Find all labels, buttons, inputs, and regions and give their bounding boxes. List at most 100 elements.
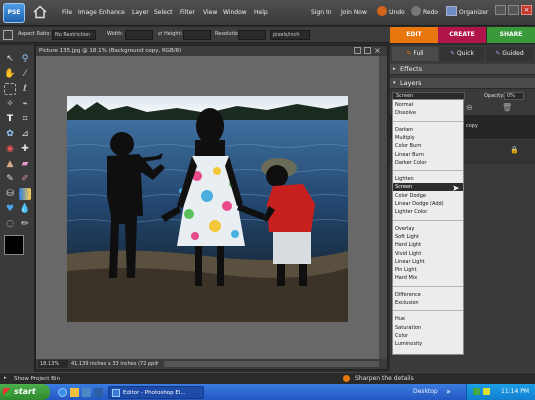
red-eye-tool-icon[interactable]: ◉ [4, 143, 16, 155]
doc-maximize-icon[interactable] [364, 47, 371, 54]
menu-help[interactable]: Help [254, 9, 268, 16]
blend-mode-option[interactable]: Vivid Light [393, 250, 463, 258]
effects-panel-header[interactable]: ▸ Effects [390, 64, 535, 75]
sign-in-link[interactable]: Sign In [311, 9, 332, 16]
width-field[interactable] [125, 30, 153, 40]
tray-network-icon[interactable] [473, 388, 480, 395]
blend-mode-option[interactable]: Linear Dodge (Add) [393, 200, 463, 208]
tab-share[interactable]: SHARE [487, 27, 535, 43]
delete-layer-icon[interactable]: 🗑 [502, 103, 512, 112]
straighten-tool-icon[interactable]: ⊿ [19, 128, 31, 140]
shape-tool-icon[interactable]: ♥ [4, 203, 16, 215]
blend-mode-option[interactable]: Hue [393, 315, 463, 323]
blend-mode-option[interactable]: Soft Light [393, 233, 463, 241]
blend-mode-option[interactable]: Hard Light [393, 241, 463, 249]
tray-volume-icon[interactable] [483, 388, 490, 395]
app-quicklaunch-icon[interactable] [82, 388, 91, 397]
magic-wand-tool-icon[interactable]: ✧ [4, 98, 16, 110]
lasso-tool-icon[interactable]: ℓ [19, 83, 31, 95]
menu-layer[interactable]: Layer [132, 9, 149, 16]
vertical-scrollbar[interactable] [379, 56, 387, 359]
blend-mode-option[interactable]: Difference [393, 291, 463, 299]
cookie-cutter-tool-icon[interactable]: ✿ [4, 128, 16, 140]
blend-mode-option[interactable]: Saturation [393, 324, 463, 332]
show-project-bin-button[interactable]: Show Project Bin [14, 376, 60, 382]
menu-filter[interactable]: Filter [180, 9, 195, 16]
tab-create[interactable]: CREATE [438, 27, 486, 43]
maximize-icon[interactable] [508, 5, 519, 15]
pse-quicklaunch-icon[interactable] [94, 388, 103, 397]
redo-button[interactable]: Redo [423, 9, 438, 16]
move-tool-icon[interactable]: ↖ [4, 53, 16, 65]
layers-panel-header[interactable]: ▾ Layers [390, 78, 535, 89]
blend-mode-option[interactable]: Overlay [393, 225, 463, 233]
zoom-tool-icon[interactable]: ⚲ [19, 53, 31, 65]
height-field[interactable] [183, 30, 211, 40]
smart-brush-tool-icon[interactable]: ✐ [19, 173, 31, 185]
doc-close-icon[interactable]: × [374, 46, 381, 55]
crop-tool-icon[interactable] [3, 30, 13, 40]
home-icon[interactable] [33, 5, 47, 19]
hand-tool-icon[interactable]: ✋ [4, 68, 16, 80]
selection-brush-tool-icon[interactable]: ⌁ [19, 98, 31, 110]
blur-tool-icon[interactable]: 💧 [19, 203, 31, 215]
project-bin-toggle-icon[interactable]: ▸ [4, 375, 7, 381]
undo-icon[interactable] [377, 6, 387, 16]
gradient-tool-icon[interactable] [19, 188, 31, 200]
sponge-tool-icon[interactable]: ◌ [4, 218, 16, 230]
blend-mode-option[interactable]: Normal [393, 101, 463, 109]
ie-quicklaunch-icon[interactable] [58, 388, 67, 397]
blend-mode-option[interactable]: Linear Burn [393, 151, 463, 159]
doc-minimize-icon[interactable] [354, 47, 361, 54]
blend-mode-option[interactable]: Color [393, 332, 463, 340]
close-icon[interactable]: × [521, 5, 532, 15]
zoom-field[interactable]: 18.13% [38, 360, 68, 368]
healing-brush-tool-icon[interactable]: ✚ [19, 143, 31, 155]
blend-mode-option[interactable]: Hard Mix [393, 274, 463, 282]
tab-edit[interactable]: EDIT [390, 27, 438, 43]
aspect-ratio-select[interactable]: No Restriction [52, 30, 96, 40]
organizer-button[interactable]: Organizer [459, 9, 488, 16]
blend-mode-option[interactable]: Lighter Color [393, 208, 463, 216]
folder-quicklaunch-icon[interactable] [70, 388, 79, 397]
blend-mode-option[interactable]: Luminosity [393, 340, 463, 348]
blend-mode-option[interactable]: Pin Light [393, 266, 463, 274]
organizer-icon[interactable] [446, 6, 457, 16]
menu-select[interactable]: Select [154, 9, 173, 16]
foreground-color-swatch[interactable] [4, 235, 24, 255]
blend-mode-option[interactable]: Multiply [393, 134, 463, 142]
blend-mode-option[interactable]: Darker Color [393, 159, 463, 167]
brush-tool-icon[interactable]: ✎ [4, 173, 16, 185]
swap-icon[interactable]: ⇄ [158, 31, 162, 37]
menu-window[interactable]: Window [223, 9, 247, 16]
tab-quick[interactable]: ✎ Quick [440, 47, 484, 61]
eyedropper-tool-icon[interactable]: ⁄ [19, 68, 31, 80]
tab-guided[interactable]: ✎ Guided [486, 47, 533, 61]
join-now-link[interactable]: Join Now [341, 9, 367, 16]
undo-button[interactable]: Undo [389, 9, 405, 16]
clone-stamp-tool-icon[interactable]: ▲ [4, 158, 16, 170]
blend-mode-option[interactable]: Darken [393, 126, 463, 134]
horizontal-scrollbar[interactable] [164, 361, 379, 367]
menu-enhance[interactable]: Enhance [99, 9, 125, 16]
resolution-field[interactable] [238, 30, 266, 40]
redo-icon[interactable] [411, 6, 421, 16]
eraser-tool-icon[interactable]: ▰ [19, 158, 31, 170]
crop-tool-icon-box[interactable]: ⌗ [19, 113, 31, 125]
status-menu-icon[interactable]: ▸ [156, 360, 159, 366]
resolution-unit-select[interactable]: pixels/inch [270, 30, 310, 40]
menu-image[interactable]: Image [78, 9, 97, 16]
blend-mode-option[interactable]: Exclusion [393, 299, 463, 307]
tab-full[interactable]: ✎ Full [392, 47, 438, 61]
menu-view[interactable]: View [203, 9, 217, 16]
minimize-icon[interactable] [495, 5, 506, 15]
lock-transparency-icon[interactable]: ⊖ [466, 103, 473, 112]
blend-mode-option[interactable]: Dissolve [393, 109, 463, 117]
blend-mode-option[interactable]: Linear Light [393, 258, 463, 266]
paint-bucket-tool-icon[interactable]: ⛁ [4, 188, 16, 200]
desktop-toolbar-label[interactable]: Desktop [413, 388, 438, 395]
pencil-tool-icon[interactable]: ✏ [19, 218, 31, 230]
taskbar-window-editor[interactable]: Editor - Photoshop El... [108, 386, 204, 399]
blend-mode-option[interactable]: Color Burn [393, 142, 463, 150]
blend-mode-option[interactable]: Lighten [393, 175, 463, 183]
